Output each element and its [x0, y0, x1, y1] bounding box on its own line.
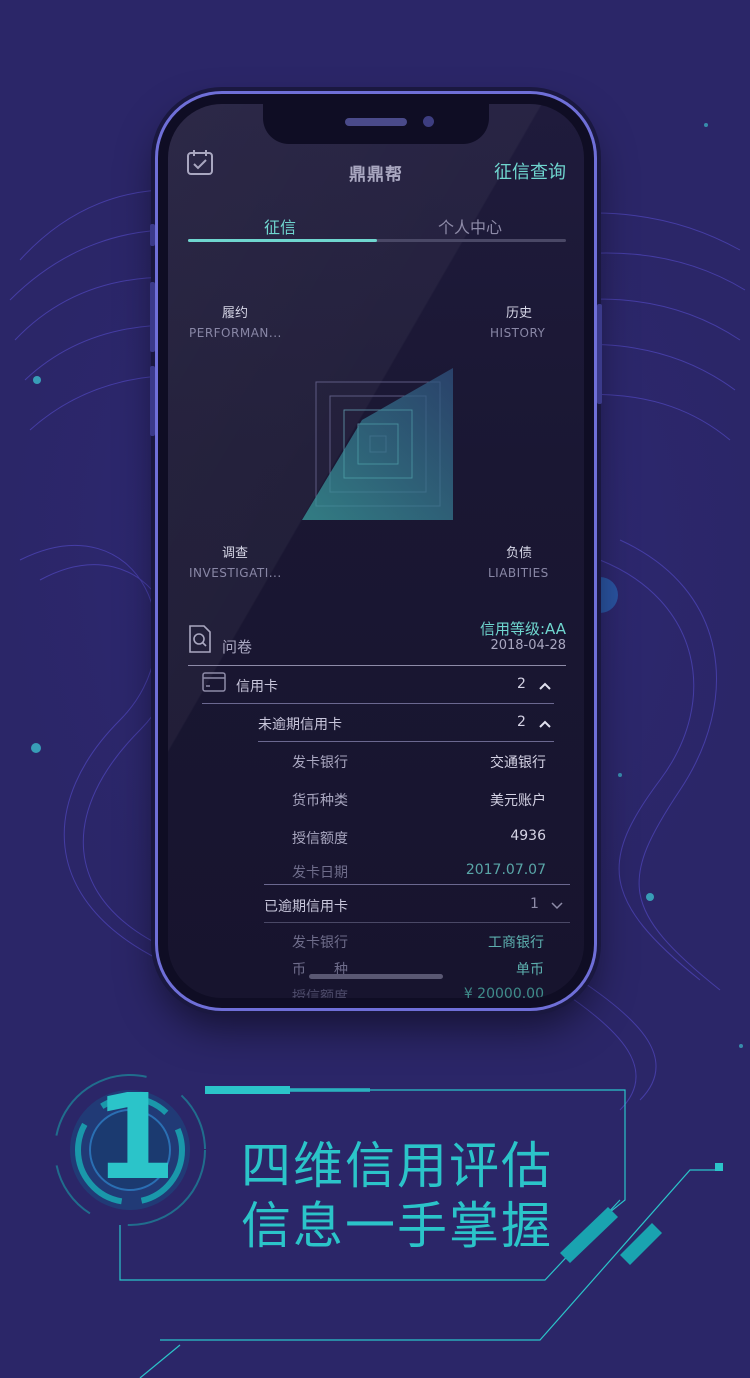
- credit-card-count: 2: [517, 676, 526, 692]
- detail-value: ¥ 20000.00: [463, 986, 544, 998]
- chevron-up-icon[interactable]: [539, 682, 551, 690]
- dimension-history-cn: 历史: [506, 306, 533, 321]
- questionnaire-label[interactable]: 问卷: [222, 636, 252, 657]
- app-screen: 鼎鼎帮 征信查询 征信 个人中心 履约 PERFORMAN... 历史 HIST…: [168, 104, 584, 998]
- divider: [188, 665, 566, 666]
- detail-value: 工商银行: [488, 935, 544, 951]
- mute-switch: [150, 224, 155, 246]
- detail-value: 单币: [516, 962, 544, 978]
- credit-grade: 信用等级:AA: [480, 620, 566, 638]
- detail-label: 发卡银行: [292, 755, 348, 771]
- credit-card-label[interactable]: 信用卡: [236, 676, 278, 696]
- chevron-down-icon[interactable]: [551, 902, 563, 910]
- overdue-card-label[interactable]: 已逾期信用卡: [264, 896, 348, 916]
- overdue-card-count: 1: [530, 896, 539, 912]
- detail-label: 发卡银行: [292, 935, 348, 951]
- divider: [202, 703, 554, 704]
- phone-frame: 鼎鼎帮 征信查询 征信 个人中心 履约 PERFORMAN... 历史 HIST…: [150, 94, 602, 1008]
- detail-label: 货币种类: [292, 793, 348, 809]
- detail-value: 2017.07.07: [465, 862, 546, 878]
- dimension-performance-cn: 履约: [222, 306, 249, 321]
- not-overdue-card-count: 2: [517, 714, 526, 730]
- detail-value: 4936: [510, 828, 546, 844]
- speaker-grille: [345, 118, 407, 126]
- volume-up-button: [150, 282, 155, 352]
- credit-query-link[interactable]: 征信查询: [494, 158, 566, 184]
- credit-radar-chart: [302, 368, 453, 520]
- divider: [264, 884, 570, 885]
- chevron-up-icon[interactable]: [539, 720, 551, 728]
- dimension-liabilities-cn: 负债: [506, 546, 533, 561]
- detail-label: 发卡日期: [292, 865, 348, 881]
- home-indicator[interactable]: [309, 974, 443, 979]
- detail-label: 授信额度: [292, 831, 348, 847]
- dimension-performance-en: PERFORMAN...: [189, 326, 282, 340]
- detail-value: 交通银行: [490, 755, 546, 771]
- promo-line-2: 信息一手掌握: [241, 1197, 553, 1255]
- credit-grade-date: 2018-04-28: [490, 638, 566, 653]
- step-number: 1: [94, 1068, 177, 1206]
- front-camera: [423, 116, 434, 127]
- dimension-investigation-cn: 调查: [222, 546, 249, 561]
- credit-card-icon: [202, 672, 226, 692]
- detail-value: 美元账户: [490, 793, 546, 809]
- volume-down-button: [150, 366, 155, 436]
- divider: [264, 922, 570, 923]
- tab-personal-center[interactable]: 个人中心: [438, 214, 502, 238]
- detail-label: 授信额度: [292, 989, 348, 998]
- tab-indicator: [188, 239, 377, 242]
- questionnaire-icon: [189, 625, 211, 653]
- not-overdue-card-label[interactable]: 未逾期信用卡: [258, 714, 342, 734]
- tab-credit[interactable]: 征信: [264, 214, 296, 238]
- phone-notch: [263, 104, 489, 144]
- dimension-liabilities-en: LIABITIES: [488, 566, 549, 580]
- power-button: [597, 304, 602, 404]
- dimension-investigation-en: INVESTIGATI...: [189, 566, 282, 580]
- dimension-history-en: HISTORY: [490, 326, 546, 340]
- divider: [258, 741, 554, 742]
